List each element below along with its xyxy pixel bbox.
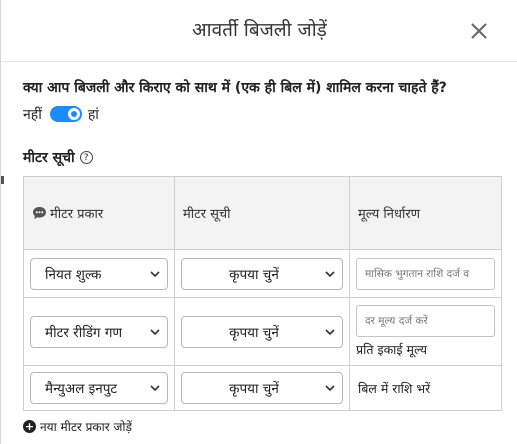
meter-list-cell: कृपया चुनें [174,297,350,366]
meter-list-select[interactable]: कृपया चुनें [181,315,343,348]
chat-icon [33,207,46,219]
section-title: मीटर सूची [23,150,75,166]
fill-amount-label: बिल में राशि भरें [358,380,431,396]
toggle-off-label: नहीं [23,106,42,123]
toggle-knob [67,108,80,120]
chevron-down-icon [325,328,335,335]
meter-type-select[interactable]: नियत शुल्क [30,257,168,290]
meter-list-heading: मीटर सूची ? [23,148,93,167]
help-circle-icon[interactable]: ? [79,151,93,164]
chevron-down-icon [325,385,335,392]
header-meter-list: मीटर सूची [174,176,350,250]
chevron-down-icon [150,385,160,392]
meter-type-cell: नियत शुल्क [23,249,175,298]
pricing-cell: बिल में राशि भरें [349,365,502,411]
meter-list-select[interactable]: कृपया चुनें [181,257,343,290]
combine-toggle[interactable] [49,106,82,122]
chevron-down-icon [150,328,160,335]
add-meter-type-button[interactable]: + नया मीटर प्रकार जोड़ें [23,418,132,435]
recurring-electricity-dialog: आवर्ती बिजली जोड़ें क्या आप बिजली और किर… [0,0,517,444]
select-value: कृपया चुनें [229,324,279,341]
header-pricing: मूल्य निर्धारण [349,176,502,250]
chevron-down-icon [150,270,160,277]
table-row: नियत शुल्क कृपया चुनें मासिक भुगतान राशि… [23,249,502,298]
select-value: कृपया चुनें [229,266,279,283]
dialog-title: आवर्ती बिजली जोड़ें [192,19,327,41]
meter-type-select[interactable]: मीटर रीडिंग गण [30,315,168,348]
meter-list-cell: कृपया चुनें [174,365,350,411]
chevron-down-icon [325,270,335,277]
table-header-row: मीटर प्रकार मीटर सूची मूल्य निर्धारण [23,176,502,250]
table-row: मीटर रीडिंग गण कृपया चुनें दर मूल्य दर्ज… [23,297,502,366]
select-value: नियत शुल्क [45,266,102,283]
select-value: मीटर रीडिंग गण [45,324,123,341]
pricing-cell: दर मूल्य दर्ज करें प्रति इकाई मूल्य [349,297,502,366]
rate-price-input[interactable]: दर मूल्य दर्ज करें [356,305,495,337]
monthly-amount-input[interactable]: मासिक भुगतान राशि दर्ज व [356,257,495,290]
toggle-on-label: हां [87,106,99,123]
dialog-header: आवर्ती बिजली जोड़ें [1,0,517,62]
select-value: मैन्युअल इनपुट [45,381,118,397]
meter-list-select[interactable]: कृपया चुनें [181,372,343,404]
pricing-cell: मासिक भुगतान राशि दर्ज व [349,249,502,298]
add-meter-type-label: नया मीटर प्रकार जोड़ें [40,420,132,434]
combine-question: क्या आप बिजली और किराए को साथ में (एक ही… [23,80,447,96]
combine-toggle-row: नहीं हां [23,103,99,125]
edge-marker [1,176,4,184]
header-meter-type-label: मीटर प्रकार [50,207,104,222]
close-icon[interactable] [468,20,490,42]
per-unit-label: प्रति इकाई मूल्य [356,342,427,357]
meter-type-cell: मैन्युअल इनपुट [23,365,175,411]
select-value: कृपया चुनें [229,381,279,397]
meter-list-cell: कृपया चुनें [174,249,350,298]
meter-type-cell: मीटर रीडिंग गण [23,297,175,366]
table-row: मैन्युअल इनपुट कृपया चुनें बिल में राशि … [23,365,502,411]
plus-circle-icon: + [23,420,36,433]
meter-type-select[interactable]: मैन्युअल इनपुट [30,372,168,404]
header-meter-type: मीटर प्रकार [23,176,175,250]
meter-table: मीटर प्रकार मीटर सूची मूल्य निर्धारण निय… [23,176,502,411]
